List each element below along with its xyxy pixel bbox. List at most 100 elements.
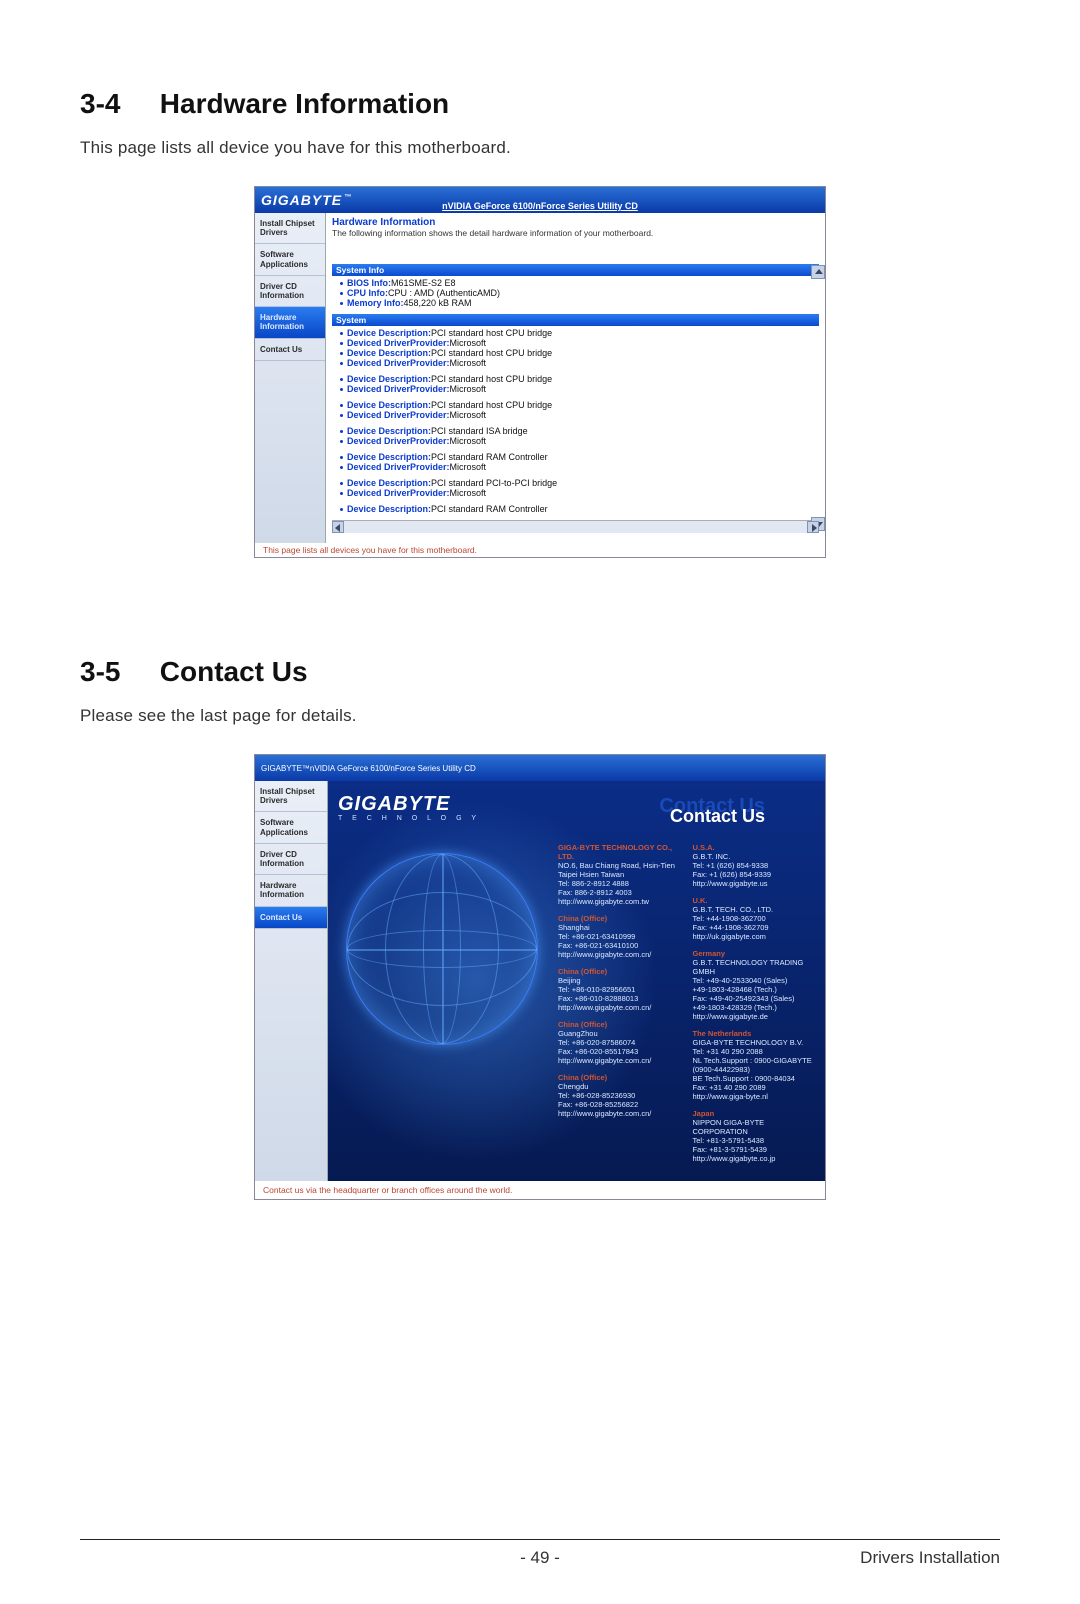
hw-caption: This page lists all devices you have for… (255, 543, 825, 557)
contact-group: U.S.A.G.B.T. INC.Tel: +1 (626) 854-9338F… (693, 843, 816, 888)
contact-line: Tel: +86-021-63410999 (558, 932, 681, 941)
app-subtitle: nVIDIA GeForce 6100/nForce Series Utilit… (442, 201, 638, 211)
contact-line: Fax: 886-2-8912 4003 (558, 888, 681, 897)
contact-group-head: China (Office) (558, 1020, 681, 1029)
contact-line: Tel: +81-3-5791-5438 (693, 1136, 816, 1145)
brand-text: GIGABYTE (261, 192, 342, 208)
scroll-up-icon[interactable] (811, 265, 825, 279)
system-info-list: BIOS Info:M61SME-S2 E8 CPU Info:CPU : AM… (340, 278, 819, 308)
bios-value: M61SME-S2 E8 (391, 278, 456, 288)
contact-group-head: U.K. (693, 896, 816, 905)
contact-line: Tel: +31 40 290 2088 (693, 1047, 816, 1056)
contact-line: Shanghai (558, 923, 681, 932)
page-footer: - 49 - Drivers Installation (80, 1548, 1000, 1568)
contact-line: Fax: +86-020-85517843 (558, 1047, 681, 1056)
contact-group-head: The Netherlands (693, 1029, 816, 1038)
contact-line: Taipei Hsien Taiwan (558, 870, 681, 879)
contact-line: BE Tech.Support : 0900-84034 (693, 1074, 816, 1083)
contact-line: GIGA-BYTE TECHNOLOGY B.V. (693, 1038, 816, 1047)
hw-title: Hardware Information (332, 217, 819, 228)
contact-heading: Contact Us Contact Us (659, 795, 765, 827)
contact-line: Tel: +86-010-82956651 (558, 985, 681, 994)
nav-contact[interactable]: Contact Us (255, 907, 327, 929)
contact-us-screenshot: GIGABYTE™ nVIDIA GeForce 6100/nForce Ser… (254, 754, 826, 1200)
contact-line: Fax: +81-3-5791-5439 (693, 1145, 816, 1154)
contact-group: GermanyG.B.T. TECHNOLOGY TRADING GMBHTel… (693, 949, 816, 1021)
nav-hardware[interactable]: Hardware Information (255, 307, 325, 338)
hw-main-pane: Hardware Information The following infor… (326, 213, 825, 543)
nav-drivercd[interactable]: Driver CD Information (255, 276, 325, 307)
contact-group-head: China (Office) (558, 967, 681, 976)
trademark: ™ (344, 194, 352, 201)
contact-group: U.K.G.B.T. TECH. CO., LTD.Tel: +44-1908-… (693, 896, 816, 941)
contact-line: Fax: +49-40-25492343 (Sales) (693, 994, 816, 1003)
contact-group-head: China (Office) (558, 1073, 681, 1082)
mem-label: Memory Info: (347, 298, 404, 308)
side-nav: Install Chipset Drivers Software Applica… (255, 781, 328, 1181)
contact-line: Fax: +86-010-82888013 (558, 994, 681, 1003)
contact-line: NO.6, Bau Chiang Road, Hsin-Tien (558, 861, 681, 870)
contact-line: Chengdu (558, 1082, 681, 1091)
section-title: Contact Us (160, 656, 308, 687)
contact-line: http://www.gigabyte.com.cn/ (558, 1003, 681, 1012)
nav-software[interactable]: Software Applications (255, 244, 325, 275)
mem-value: 458,220 kB RAM (404, 298, 472, 308)
section-3-4-intro: This page lists all device you have for … (80, 138, 1000, 158)
contact-line: Fax: +31 40 290 2089 (693, 1083, 816, 1092)
contact-line: Tel: 886-2-8912 4888 (558, 879, 681, 888)
horizontal-scrollbar[interactable] (332, 520, 819, 533)
brand-logo: GIGABYTE™ (261, 764, 310, 773)
cpu-value: CPU : AMD (AuthenticAMD) (388, 288, 500, 298)
brand-logo: GIGABYTE™ (261, 192, 352, 208)
contact-line: Tel: +49-40-2533040 (Sales) (693, 976, 816, 985)
nav-hardware[interactable]: Hardware Information (255, 875, 327, 906)
nav-contact[interactable]: Contact Us (255, 339, 325, 361)
section-number: 3-5 (80, 656, 152, 688)
section-3-5-heading: 3-5 Contact Us (80, 656, 1000, 688)
trademark: ™ (302, 764, 310, 773)
contact-line: Tel: +86-028-85236930 (558, 1091, 681, 1100)
section-3-4-heading: 3-4 Hardware Information (80, 88, 1000, 120)
nav-software[interactable]: Software Applications (255, 812, 327, 843)
contact-line: http://www.giga-byte.nl (693, 1092, 816, 1101)
scroll-left-icon[interactable] (332, 521, 344, 533)
contact-main-pane: GIGABYTE T E C H N O L O G Y Contact Us … (328, 781, 825, 1181)
contact-group-head: China (Office) (558, 914, 681, 923)
contact-group-head: U.S.A. (693, 843, 816, 852)
contact-columns: GIGA-BYTE TECHNOLOGY CO., LTD.NO.6, Bau … (558, 843, 815, 1171)
nav-install[interactable]: Install Chipset Drivers (255, 213, 325, 244)
app-subtitle: nVIDIA GeForce 6100/nForce Series Utilit… (310, 764, 476, 773)
contact-group: China (Office)ShanghaiTel: +86-021-63410… (558, 914, 681, 959)
contact-line: http://www.gigabyte.com.tw (558, 897, 681, 906)
contact-group: JapanNIPPON GIGA-BYTE CORPORATIONTel: +8… (693, 1109, 816, 1163)
contact-group: China (Office)ChengduTel: +86-028-852369… (558, 1073, 681, 1118)
brand-text: GIGABYTE (261, 764, 302, 773)
contact-line: http://www.gigabyte.de (693, 1012, 816, 1021)
contact-line: http://www.gigabyte.com.cn/ (558, 1056, 681, 1065)
contact-line: NIPPON GIGA-BYTE CORPORATION (693, 1118, 816, 1136)
system-info-header: System Info (332, 264, 819, 276)
contact-line: http://uk.gigabyte.com (693, 932, 816, 941)
section-3-5-intro: Please see the last page for details. (80, 706, 1000, 726)
contact-line: +49-1803-428329 (Tech.) (693, 1003, 816, 1012)
contact-group: China (Office)GuangZhouTel: +86-020-8758… (558, 1020, 681, 1065)
scroll-right-icon[interactable] (807, 521, 819, 533)
hardware-info-screenshot: GIGABYTE™ nVIDIA GeForce 6100/nForce Ser… (254, 186, 826, 558)
footer-section: Drivers Installation (860, 1548, 1000, 1568)
contact-line: Fax: +44-1908-362709 (693, 923, 816, 932)
nav-install[interactable]: Install Chipset Drivers (255, 781, 327, 812)
contact-line: G.B.T. TECHNOLOGY TRADING GMBH (693, 958, 816, 976)
contact-line: http://www.gigabyte.com.cn/ (558, 1109, 681, 1118)
app-titlebar: GIGABYTE™ nVIDIA GeForce 6100/nForce Ser… (255, 755, 825, 781)
contact-line: +49-1803-428468 (Tech.) (693, 985, 816, 994)
contact-group: GIGA-BYTE TECHNOLOGY CO., LTD.NO.6, Bau … (558, 843, 681, 906)
contact-group: China (Office)BeijingTel: +86-010-829566… (558, 967, 681, 1012)
contact-line: http://www.gigabyte.us (693, 879, 816, 888)
brand-large-text: GIGABYTE (338, 793, 450, 815)
hw-desc: The following information shows the deta… (332, 228, 819, 238)
contact-line: G.B.T. INC. (693, 852, 816, 861)
nav-drivercd[interactable]: Driver CD Information (255, 844, 327, 875)
contact-group: The NetherlandsGIGA-BYTE TECHNOLOGY B.V.… (693, 1029, 816, 1101)
contact-line: Fax: +1 (626) 854-9339 (693, 870, 816, 879)
section-number: 3-4 (80, 88, 152, 120)
